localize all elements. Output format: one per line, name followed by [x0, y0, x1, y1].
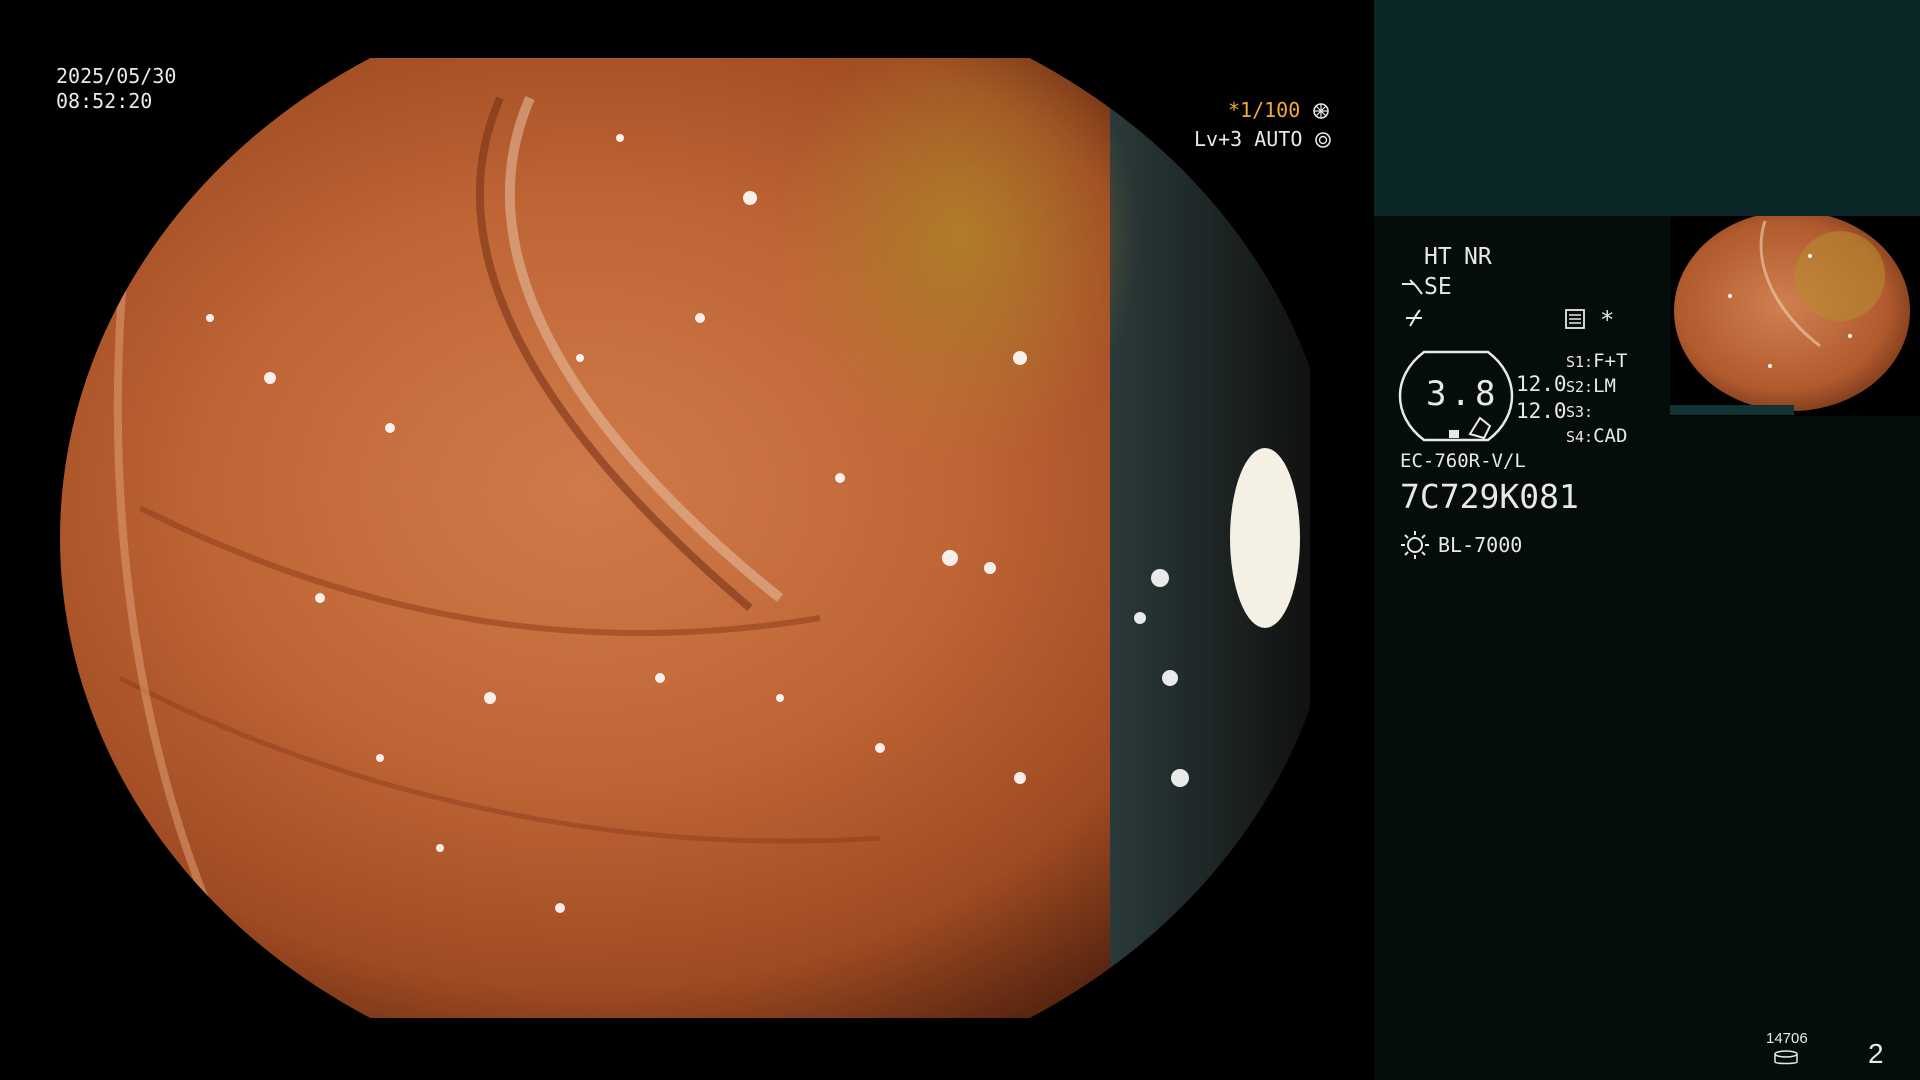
switch-s4-value: CAD — [1593, 425, 1628, 447]
time-label: 08:52:20 — [56, 89, 153, 113]
switch-s2: S2:LM — [1566, 375, 1616, 397]
switch-s1-key: S1: — [1566, 353, 1594, 371]
storage-count: 14706 — [1766, 1030, 1808, 1047]
brightness-level: Lv+3 AUTO — [1194, 127, 1332, 151]
switch-s4: S4:CAD — [1566, 425, 1627, 447]
shutter-speed-value: *1/100 — [1228, 98, 1301, 122]
date-label: 2025/05/30 — [56, 64, 177, 88]
asterisk-indicator: * — [1600, 306, 1615, 334]
info-panel: HT NR SE * 3.8 12.0 12.0 S1:F+T S2:LM S3… — [1374, 0, 1920, 1080]
se-indicator: SE — [1424, 274, 1452, 300]
switch-s2-key: S2: — [1566, 378, 1594, 396]
freeze-icon — [1406, 309, 1422, 327]
switch-s1-value: F+T — [1593, 350, 1628, 372]
structure-enhance-icon — [1402, 279, 1423, 295]
light-source-model: BL-7000 — [1438, 533, 1523, 557]
value-b: 12.0 — [1516, 399, 1567, 423]
endoscope-screen: 2025/05/30 08:52:20 *1/100 Lv+3 AUTO HT … — [0, 0, 1920, 1080]
switch-s4-key: S4: — [1566, 428, 1594, 446]
switch-s3-key: S3: — [1566, 403, 1594, 421]
endoscope-live-view — [60, 58, 1310, 1018]
storage-disk-icon — [1774, 1050, 1798, 1065]
captured-image-thumbnail[interactable] — [1670, 216, 1920, 416]
switch-s3: S3: — [1566, 400, 1593, 422]
shutter-speed: *1/100 — [1228, 98, 1330, 122]
iris-icon — [1315, 132, 1332, 148]
shutter-icon — [1313, 103, 1330, 119]
page-number: 2 — [1868, 1038, 1884, 1069]
brightness-level-value: Lv+3 AUTO — [1194, 127, 1303, 151]
ht-indicator: HT — [1424, 244, 1452, 270]
nr-indicator: NR — [1464, 244, 1492, 270]
settings-sheet-icon — [1565, 309, 1585, 329]
scope-model: EC-760R-V/L — [1400, 450, 1526, 472]
value-a: 12.0 — [1516, 372, 1567, 396]
scope-serial: 7C729K081 — [1400, 477, 1579, 516]
thumbnail-status-bar — [1670, 405, 1794, 415]
info-panel-header-area — [1374, 0, 1920, 216]
switch-s2-value: LM — [1593, 375, 1616, 397]
switch-s1: S1:F+T — [1566, 350, 1627, 372]
light-source-icon — [1401, 531, 1429, 559]
zoom-value: 3.8 — [1426, 374, 1500, 414]
